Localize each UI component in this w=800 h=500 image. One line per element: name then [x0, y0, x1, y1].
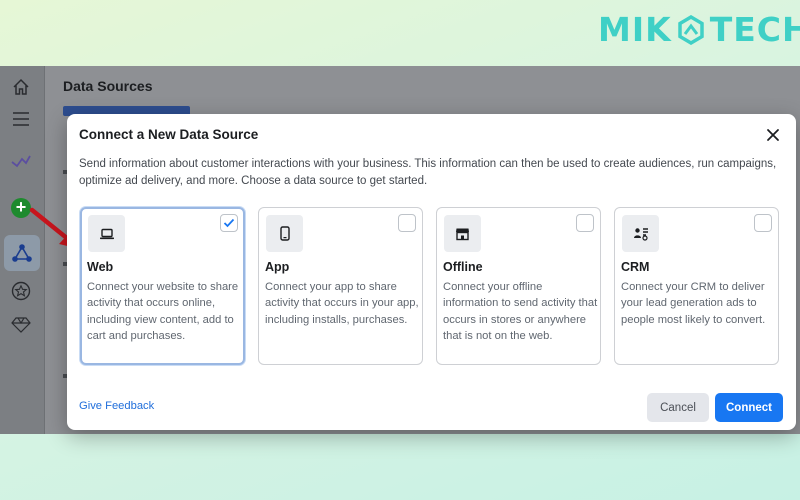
option-card-crm[interactable]: CRM Connect your CRM to deliver your lea…	[614, 207, 779, 365]
cancel-button[interactable]: Cancel	[647, 393, 709, 422]
option-card-app[interactable]: App Connect your app to share activity t…	[258, 207, 423, 365]
option-checkbox-app[interactable]	[398, 214, 416, 232]
page-title: Data Sources	[63, 78, 153, 94]
laptop-icon	[88, 215, 125, 252]
store-icon	[444, 215, 481, 252]
menu-icon[interactable]	[8, 106, 34, 132]
option-title-web: Web	[87, 260, 114, 274]
home-icon[interactable]	[8, 74, 34, 100]
brand-text-right: TECH	[709, 10, 800, 49]
connect-button[interactable]: Connect	[715, 393, 783, 422]
dialog-description: Send information about customer interact…	[79, 158, 777, 187]
dialog-title: Connect a New Data Source	[79, 127, 259, 142]
crm-icon	[622, 215, 659, 252]
diamond-icon[interactable]	[8, 312, 34, 338]
star-icon[interactable]	[8, 278, 34, 304]
give-feedback-link[interactable]: Give Feedback	[79, 400, 154, 412]
option-card-offline[interactable]: Offline Connect your offline information…	[436, 207, 601, 365]
analytics-icon[interactable]	[8, 148, 34, 174]
option-card-web[interactable]: Web Connect your website to share activi…	[80, 207, 245, 365]
option-description-offline: Connect your offline information to send…	[443, 281, 598, 342]
option-title-app: App	[265, 260, 290, 274]
checkmark-icon	[223, 218, 235, 228]
connect-data-source-dialog: Connect a New Data Source Send informati…	[67, 114, 796, 430]
brand-logo: MIK TECH	[598, 8, 800, 52]
option-title-offline: Offline	[443, 260, 483, 274]
option-description-web: Connect your website to share activity t…	[87, 281, 239, 342]
option-checkbox-crm[interactable]	[754, 214, 772, 232]
option-description-app: Connect your app to share activity that …	[265, 281, 419, 326]
brand-mark-icon	[677, 15, 704, 45]
option-checkbox-offline[interactable]	[576, 214, 594, 232]
option-title-crm: CRM	[621, 260, 650, 274]
phone-icon	[266, 215, 303, 252]
brand-text-left: MIK	[598, 10, 672, 49]
close-icon[interactable]	[766, 128, 780, 142]
option-description-crm: Connect your CRM to deliver your lead ge…	[621, 281, 766, 326]
option-checkbox-web[interactable]	[220, 214, 238, 232]
